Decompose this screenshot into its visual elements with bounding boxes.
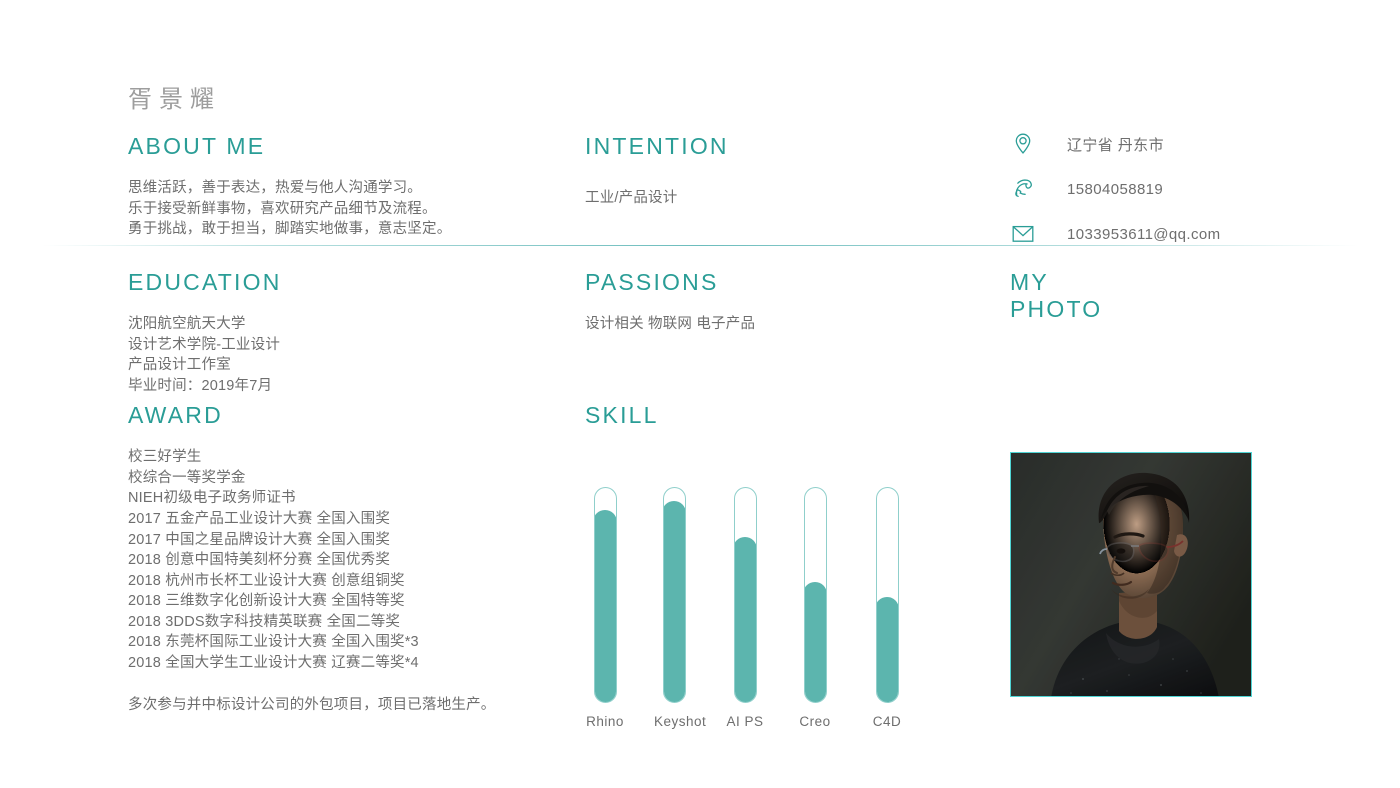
education-line: 设计艺术学院-工业设计 bbox=[128, 336, 281, 353]
award-section: AWARD 校三好学生 校综合一等奖学金 NIEH初级电子政务师证书 2017 … bbox=[128, 402, 558, 715]
about-me-line: 乐于接受新鲜事物，喜欢研究产品细节及流程。 bbox=[128, 200, 437, 217]
skill-track bbox=[875, 487, 899, 704]
about-me-section: ABOUT ME 思维活跃，善于表达，热爱与他人沟通学习。 乐于接受新鲜事物，喜… bbox=[128, 133, 548, 240]
my-photo-section: MY PHOTO bbox=[1010, 269, 1340, 323]
award-item: 2017 中国之星品牌设计大赛 全国入围奖 bbox=[128, 531, 391, 548]
skill-fill bbox=[734, 537, 756, 703]
award-item: 2018 全国大学生工业设计大赛 辽赛二等奖*4 bbox=[128, 655, 419, 672]
profile-photo-image bbox=[1011, 453, 1251, 696]
award-item: 2018 东莞杯国际工业设计大赛 全国入围奖*3 bbox=[128, 634, 419, 651]
skill-track bbox=[803, 487, 827, 704]
resume-page: 胥景耀 ABOUT ME 思维活跃，善于表达，热爱与他人沟通学习。 乐于接受新鲜… bbox=[0, 0, 1400, 788]
skill-fill bbox=[876, 597, 898, 703]
education-line: 毕业时间：2019年7月 bbox=[128, 377, 273, 394]
email-icon bbox=[1010, 221, 1036, 247]
contact-location-text: 辽宁省 丹东市 bbox=[1067, 136, 1164, 154]
page-title: 胥景耀 bbox=[128, 86, 221, 113]
intention-line: 工业/产品设计 bbox=[585, 190, 678, 207]
award-item: 校三好学生 bbox=[128, 449, 202, 466]
skill-track bbox=[593, 487, 617, 704]
skill-label: Keyshot bbox=[654, 714, 707, 730]
skill-item-rhino: Rhino bbox=[585, 487, 625, 729]
contact-phone-text: 15804058819 bbox=[1067, 180, 1164, 198]
award-item: 2018 3DDS数字科技精英联赛 全国二等奖 bbox=[128, 613, 401, 630]
contact-row-phone: 15804058819 bbox=[1010, 171, 1340, 207]
about-me-body: 思维活跃，善于表达，热爱与他人沟通学习。 乐于接受新鲜事物，喜欢研究产品细节及流… bbox=[128, 178, 548, 240]
passions-section: PASSIONS 设计相关 物联网 电子产品 bbox=[585, 269, 965, 335]
about-me-heading: ABOUT ME bbox=[128, 133, 266, 159]
education-heading: EDUCATION bbox=[128, 269, 282, 295]
award-item: 校综合一等奖学金 bbox=[128, 469, 246, 486]
contact-row-location: 辽宁省 丹东市 bbox=[1010, 126, 1340, 162]
profile-photo bbox=[1010, 452, 1252, 697]
contact-row-email: 1033953611@qq.com bbox=[1010, 216, 1340, 252]
passions-body: 设计相关 物联网 电子产品 bbox=[585, 314, 965, 335]
skill-item-ai-ps: AI PS bbox=[725, 487, 765, 729]
education-body: 沈阳航空航天大学 设计艺术学院-工业设计 产品设计工作室 毕业时间：2019年7… bbox=[128, 314, 548, 396]
skill-label: Rhino bbox=[586, 714, 624, 730]
skill-heading: SKILL bbox=[585, 402, 659, 428]
intention-body: 工业/产品设计 bbox=[585, 188, 945, 209]
about-me-line: 思维活跃，善于表达，热爱与他人沟通学习。 bbox=[128, 180, 422, 197]
skill-label: AI PS bbox=[726, 714, 764, 730]
intention-section: INTENTION 工业/产品设计 bbox=[585, 133, 945, 209]
contact-section: 辽宁省 丹东市 15804058819 1033953611@qq.com bbox=[1010, 126, 1340, 261]
award-item: 2018 三维数字化创新设计大赛 全国特等奖 bbox=[128, 593, 405, 610]
skill-label: Creo bbox=[799, 714, 831, 730]
skill-track bbox=[733, 487, 757, 704]
award-note: 多次参与并中标设计公司的外包项目，项目已落地生产。 bbox=[128, 696, 496, 713]
section-divider bbox=[42, 245, 1358, 246]
education-section: EDUCATION 沈阳航空航天大学 设计艺术学院-工业设计 产品设计工作室 毕… bbox=[128, 269, 548, 397]
skill-item-keyshot: Keyshot bbox=[654, 487, 707, 730]
education-line: 产品设计工作室 bbox=[128, 357, 231, 374]
passions-heading: PASSIONS bbox=[585, 269, 719, 295]
award-list: 校三好学生 校综合一等奖学金 NIEH初级电子政务师证书 2017 五金产品工业… bbox=[128, 447, 558, 674]
skill-label: C4D bbox=[872, 714, 902, 730]
skill-fill bbox=[663, 500, 685, 703]
passions-line: 设计相关 物联网 电子产品 bbox=[585, 316, 756, 333]
location-pin-icon bbox=[1010, 131, 1036, 157]
skill-item-c4d: C4D bbox=[867, 487, 907, 729]
my-photo-heading: MY PHOTO bbox=[1010, 269, 1103, 323]
skill-item-creo: Creo bbox=[795, 487, 835, 729]
award-item: 2018 杭州市长杯工业设计大赛 创意组铜奖 bbox=[128, 572, 405, 589]
skill-fill bbox=[594, 509, 616, 703]
intention-heading: INTENTION bbox=[585, 133, 729, 159]
about-me-line: 勇于挑战，敢于担当，脚踏实地做事，意志坚定。 bbox=[128, 221, 452, 238]
skill-fill bbox=[804, 582, 826, 703]
award-item: NIEH初级电子政务师证书 bbox=[128, 490, 296, 507]
phone-icon bbox=[1010, 176, 1036, 202]
award-item: 2017 五金产品工业设计大赛 全国入围奖 bbox=[128, 510, 391, 527]
award-item: 2018 创意中国特美刻杯分赛 全国优秀奖 bbox=[128, 552, 391, 569]
skill-section: SKILL Rhino Keyshot AI PS Creo C4D bbox=[585, 402, 965, 729]
education-line: 沈阳航空航天大学 bbox=[128, 316, 246, 333]
award-heading: AWARD bbox=[128, 402, 223, 428]
skill-track bbox=[662, 487, 686, 704]
contact-email-text: 1033953611@qq.com bbox=[1067, 225, 1221, 243]
skill-bar-chart: Rhino Keyshot AI PS Creo C4D bbox=[585, 479, 965, 729]
